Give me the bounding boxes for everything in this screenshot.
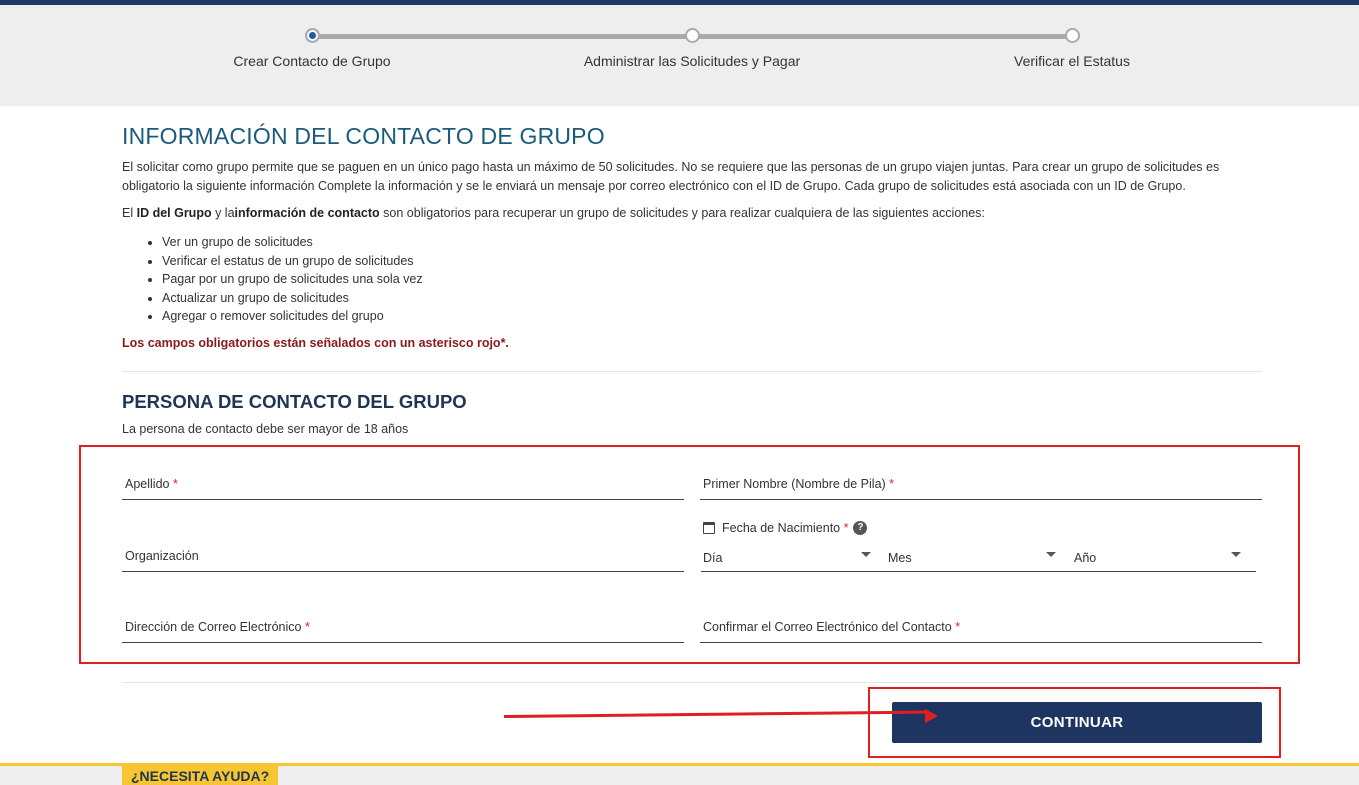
first-name-text: Primer Nombre (Nombre de Pila) — [703, 477, 886, 491]
year-select[interactable]: Año — [1072, 542, 1241, 572]
month-select[interactable]: Mes — [886, 542, 1056, 572]
organization-label: Organización — [125, 549, 199, 563]
continue-button[interactable]: CONTINUAR — [892, 702, 1262, 743]
last-name-label: Apellido * — [125, 477, 178, 491]
divider — [122, 682, 1262, 683]
chevron-down-icon — [861, 552, 871, 557]
step-3-label: Verificar el Estatus — [1014, 53, 1130, 69]
req-group-id: ID del Grupo — [136, 206, 212, 220]
list-item: Actualizar un grupo de solicitudes — [162, 289, 423, 308]
page-title: INFORMACIÓN DEL CONTACTO DE GRUPO — [122, 123, 605, 149]
age-note: La persona de contacto debe ser mayor de… — [122, 422, 409, 436]
list-item: Verificar el estatus de un grupo de soli… — [162, 252, 423, 271]
requirements-line: El ID del Grupo y lainformación de conta… — [122, 206, 985, 220]
dob-selects: Día Mes Año — [701, 542, 1256, 572]
annotation-arrow — [503, 710, 929, 718]
last-name-field[interactable]: Apellido * — [122, 470, 684, 500]
required-asterisk: * — [172, 477, 178, 491]
day-select[interactable]: Día — [701, 542, 871, 572]
step-1-dot — [305, 28, 320, 43]
day-select-value: Día — [703, 551, 723, 565]
first-name-label: Primer Nombre (Nombre de Pila) * — [703, 477, 894, 491]
help-icon[interactable]: ? — [853, 521, 868, 535]
confirm-email-field[interactable]: Confirmar el Correo Electrónico del Cont… — [700, 613, 1262, 643]
dob-label: Fecha de Nacimiento * ? — [703, 521, 868, 535]
required-asterisk: * — [889, 477, 895, 491]
list-item: Ver un grupo de solicitudes — [162, 233, 423, 252]
req-contact-info: información de contacto — [234, 206, 380, 220]
required-asterisk: * — [843, 521, 849, 535]
email-field[interactable]: Dirección de Correo Electrónico * — [122, 613, 684, 643]
list-item: Pagar por un grupo de solicitudes una so… — [162, 270, 423, 289]
section-heading: PERSONA DE CONTACTO DEL GRUPO — [122, 391, 467, 412]
actions-list: Ver un grupo de solicitudes Verificar el… — [162, 233, 423, 326]
help-tab[interactable]: ¿NECESITA AYUDA? — [122, 766, 279, 785]
required-asterisk: * — [304, 620, 310, 634]
intro-paragraph: El solicitar como grupo permite que se p… — [122, 160, 1220, 193]
confirm-email-text: Confirmar el Correo Electrónico del Cont… — [703, 620, 952, 634]
req-mid: y la — [211, 206, 235, 220]
required-fields-note: Los campos obligatorios están señalados … — [122, 336, 509, 350]
organization-field[interactable]: Organización — [122, 542, 684, 572]
req-suffix: son obligatorios para recuperar un grupo… — [379, 206, 985, 220]
dob-text: Fecha de Nacimiento — [722, 521, 841, 535]
req-prefix: El — [122, 206, 137, 220]
last-name-text: Apellido — [125, 477, 170, 491]
step-2-label: Administrar las Solicitudes y Pagar — [583, 53, 801, 69]
confirm-email-label: Confirmar el Correo Electrónico del Cont… — [703, 620, 960, 634]
calendar-icon — [703, 522, 715, 534]
chevron-down-icon — [1046, 552, 1056, 557]
required-asterisk: * — [955, 620, 961, 634]
step-1-label: Crear Contacto de Grupo — [233, 53, 391, 69]
list-item: Agregar o remover solicitudes del grupo — [162, 307, 423, 326]
step-3-dot — [1065, 28, 1080, 43]
first-name-field[interactable]: Primer Nombre (Nombre de Pila) * — [700, 470, 1262, 500]
annotation-arrow-head — [925, 709, 938, 723]
email-label: Dirección de Correo Electrónico * — [125, 620, 310, 634]
year-select-value: Año — [1074, 551, 1097, 565]
month-select-value: Mes — [888, 551, 912, 565]
progress-stepper: Crear Contacto de Grupo Administrar las … — [0, 5, 1359, 106]
email-text: Dirección de Correo Electrónico — [125, 620, 302, 634]
divider — [122, 371, 1262, 372]
chevron-down-icon — [1231, 552, 1241, 557]
step-2-dot — [685, 28, 700, 43]
